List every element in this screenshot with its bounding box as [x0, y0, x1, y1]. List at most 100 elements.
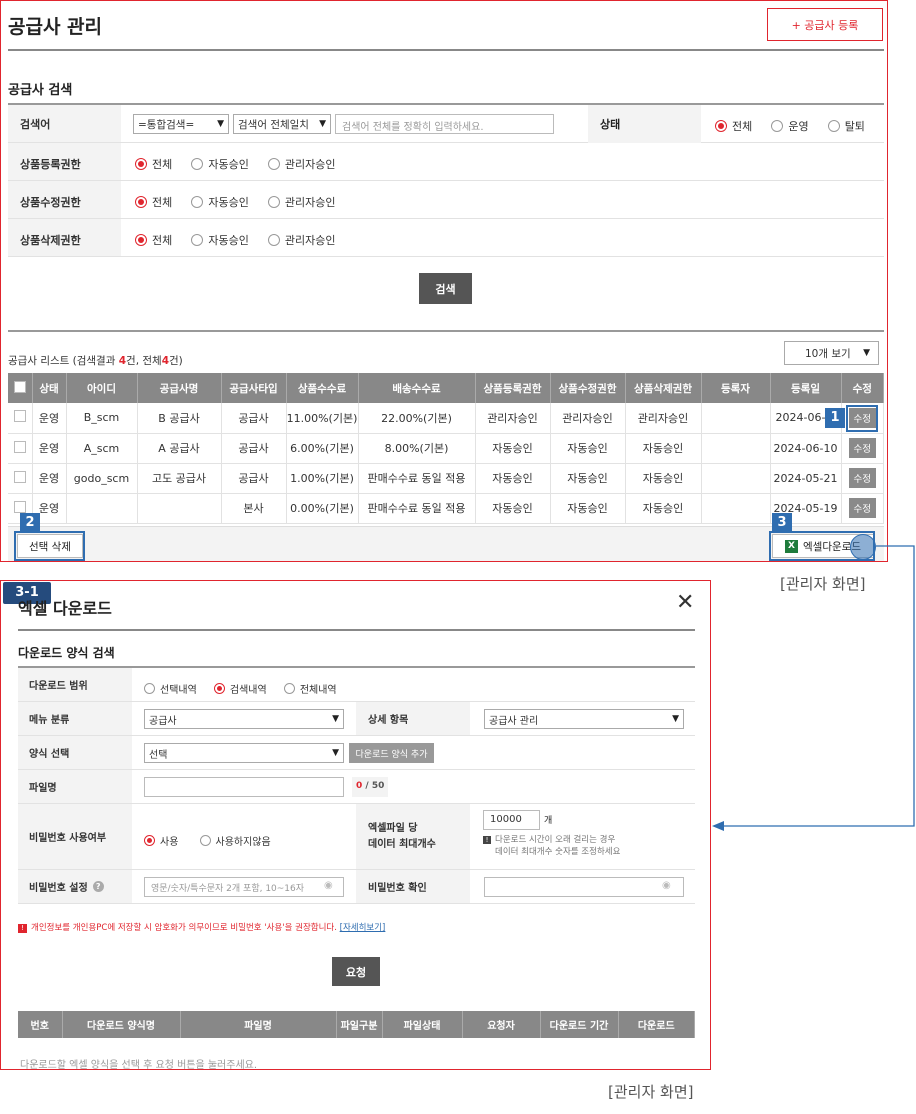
modal-title-divider [18, 629, 695, 631]
status-radio-group: 전체 운영 탈퇴 [715, 117, 879, 136]
password-set-row: 비밀번호 설정? 영문/숫자/특수문자 2개 포함, 10~16자 ◉ 비밀번호… [18, 870, 695, 904]
details-link[interactable]: [자세히보기] [340, 923, 386, 933]
download-table-header: 번호 다운로드 양식명 파일명 파일구분 파일상태 요청자 다운로드 기간 다운… [18, 1011, 695, 1038]
edit-button[interactable]: 수정 [848, 468, 876, 488]
step-badge-2: 2 [20, 513, 40, 533]
filename-row: 파일명 0 / 50 [18, 770, 695, 804]
search-keyword-row: 검색어 =통합검색= ▼ 검색어 전체일치 ▼ 검색어 전체를 정확히 입력하세요.… [8, 105, 884, 143]
register-perm-auto[interactable]: 자동승인 [191, 156, 249, 172]
col-status: 상태 [32, 373, 67, 403]
range-radio-search[interactable]: 검색내역 [213, 681, 267, 696]
list-divider [8, 330, 884, 332]
download-range-row: 다운로드 범위 선택내역 검색내역 전체내역 [18, 668, 695, 702]
privacy-warning: ! 개인정보를 개인용PC에 저장할 시 암호화가 의무이므로 비밀번호 '사용'… [18, 921, 385, 933]
modify-perm-label: 상품수정권한 [8, 181, 121, 218]
title-divider [8, 49, 884, 51]
delete-perm-admin[interactable]: 관리자승인 [267, 232, 336, 248]
page-size-select[interactable]: 10개 보기 ▼ [784, 341, 879, 365]
register-supplier-button[interactable]: + 공급사 등록 [767, 8, 883, 41]
col-edit: 수정 [841, 373, 884, 403]
max-rows-note: ! 다운로드 시간이 오래 걸리는 경우 데이터 최대개수 숫자를 조정하세요 [483, 834, 620, 858]
eye-icon[interactable]: ◉ [324, 880, 333, 891]
select-all-checkbox[interactable] [8, 373, 33, 403]
close-icon[interactable]: ✕ [676, 592, 694, 614]
modal-title: 엑셀 다운로드 [18, 599, 112, 618]
password-use-row: 비밀번호 사용여부 사용 사용하지않음 엑셀파일 당 데이터 최대개수 10000… [18, 804, 695, 870]
add-form-button[interactable]: 다운로드 양식 추가 [349, 743, 434, 763]
list-summary: 공급사 리스트 (검색결과 4건, 전체4건) [8, 355, 183, 367]
warning-icon: ! [18, 924, 27, 933]
menu-category-label: 메뉴 분류 [18, 702, 132, 735]
col-date: 등록일 [770, 373, 842, 403]
search-input[interactable]: 검색어 전체를 정확히 입력하세요. [335, 114, 554, 134]
menu-category-select[interactable]: 공급사 ▼ [144, 709, 344, 729]
table-row: 운영 본사 0.00%(기본) 판매수수료 동일 적용 자동승인 자동승인 자동… [8, 493, 884, 524]
col-fee: 상품수수료 [286, 373, 359, 403]
form-select-label: 양식 선택 [18, 736, 132, 769]
search-section-title: 공급사 검색 [8, 83, 73, 98]
step-badge-3: 3 [772, 513, 792, 533]
row-checkbox[interactable] [8, 403, 33, 434]
filename-input[interactable] [144, 777, 344, 797]
max-rows-unit: 개 [544, 816, 553, 826]
request-button[interactable]: 요청 [332, 957, 380, 986]
search-match-select[interactable]: 검색어 전체일치 ▼ [233, 114, 331, 134]
status-label: 상태 [588, 105, 701, 143]
status-radio-withdrawn[interactable]: 탈퇴 [827, 118, 865, 134]
download-range-label: 다운로드 범위 [18, 668, 132, 701]
download-table: 번호 다운로드 양식명 파일명 파일구분 파일상태 요청자 다운로드 기간 다운… [18, 1011, 695, 1038]
step-badge-1: 1 [825, 408, 845, 428]
info-icon: ! [483, 836, 491, 844]
row-checkbox[interactable] [8, 463, 33, 494]
max-rows-input[interactable]: 10000 [483, 810, 540, 830]
form-select[interactable]: 선택 ▼ [144, 743, 344, 763]
highlight-edit-button [846, 405, 878, 432]
table-header-row: 상태 아이디 공급사명 공급사타입 상품수수료 배송수수료 상품등록권한 상품수… [8, 373, 884, 403]
search-type-select[interactable]: =통합검색= ▼ [133, 114, 229, 134]
download-empty-text: 다운로드할 엑셀 양식을 선택 후 요청 버튼을 눌러주세요. [20, 1060, 258, 1071]
highlight-delete-button [14, 531, 85, 561]
register-perm-label: 상품등록권한 [8, 143, 121, 180]
modify-perm-auto[interactable]: 자동승인 [191, 194, 249, 210]
detail-item-select[interactable]: 공급사 관리 ▼ [484, 709, 684, 729]
col-reg-perm: 상품등록권한 [475, 373, 551, 403]
modify-perm-all[interactable]: 전체 [135, 194, 172, 210]
password-use-radio-yes[interactable]: 사용 [144, 833, 178, 848]
eye-icon[interactable]: ◉ [662, 880, 671, 891]
edit-button[interactable]: 수정 [848, 498, 876, 518]
modal-section-title: 다운로드 양식 검색 [18, 646, 115, 660]
caption-admin-screen: [관리자 화면] [780, 575, 866, 593]
modify-perm-admin[interactable]: 관리자승인 [267, 194, 336, 210]
delete-perm-auto[interactable]: 자동승인 [191, 232, 249, 248]
delete-perm-all[interactable]: 전체 [135, 232, 172, 248]
detail-item-label: 상세 항목 [356, 702, 470, 735]
col-name: 공급사명 [137, 373, 222, 403]
search-button[interactable]: 검색 [419, 273, 472, 304]
table-row: 운영 A_scm A 공급사 공급사 6.00%(기본) 8.00%(기본) 자… [8, 433, 884, 464]
col-type: 공급사타입 [221, 373, 287, 403]
row-checkbox[interactable] [8, 433, 33, 464]
col-registrar: 등록자 [701, 373, 771, 403]
col-id: 아이디 [66, 373, 138, 403]
password-use-label: 비밀번호 사용여부 [18, 804, 132, 869]
range-radio-selected[interactable]: 선택내역 [144, 681, 197, 696]
filename-label: 파일명 [18, 770, 132, 803]
register-perm-all[interactable]: 전체 [135, 156, 172, 172]
col-mod-perm: 상품수정권한 [550, 373, 626, 403]
password-use-radio-no[interactable]: 사용하지않음 [199, 833, 271, 848]
help-icon[interactable]: ? [92, 881, 104, 892]
table-row: 운영 B_scm B 공급사 공급사 11.00%(기본) 22.00%(기본)… [8, 403, 884, 434]
register-perm-admin[interactable]: 관리자승인 [267, 156, 336, 172]
status-radio-active[interactable]: 운영 [771, 118, 809, 134]
edit-button[interactable]: 수정 [848, 438, 876, 458]
keyword-label: 검색어 [8, 105, 121, 142]
range-radio-all[interactable]: 전체내역 [283, 681, 337, 696]
status-radio-all[interactable]: 전체 [715, 118, 752, 134]
table-row: 운영 godo_scm 고도 공급사 공급사 1.00%(기본) 판매수수료 동… [8, 463, 884, 494]
caption-admin-screen-2: [관리자 화면] [608, 1083, 694, 1101]
password-confirm-label: 비밀번호 확인 [356, 870, 470, 903]
page-title: 공급사 관리 [8, 16, 103, 38]
password-input[interactable]: 영문/숫자/특수문자 2개 포함, 10~16자 [144, 877, 344, 897]
password-confirm-input[interactable] [484, 877, 684, 897]
password-set-label: 비밀번호 설정? [18, 870, 132, 903]
